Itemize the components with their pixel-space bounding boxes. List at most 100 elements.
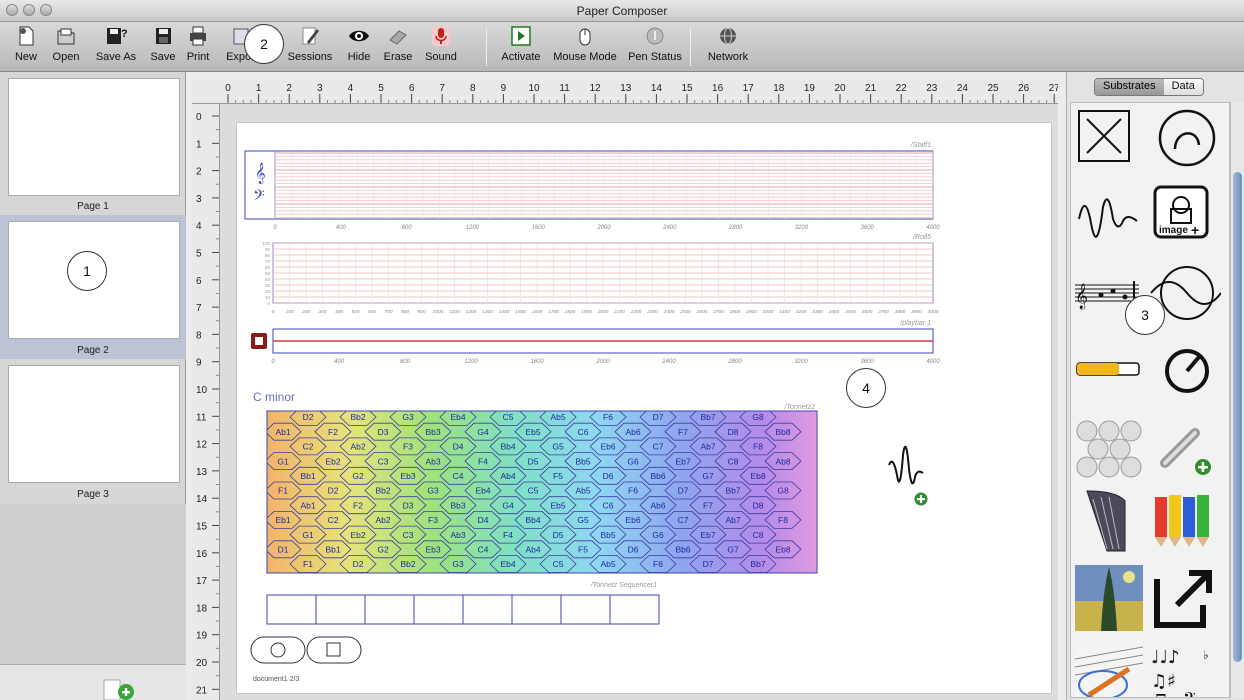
activate-button[interactable]: Activate: [496, 25, 546, 63]
tab-substrates[interactable]: Substrates: [1095, 79, 1164, 95]
roll-axis-label: 2600: [696, 309, 708, 315]
playbar-axis-label: 2800: [727, 359, 742, 365]
tonnetz-grid-substrate-icon[interactable]: [1073, 409, 1147, 483]
ruler-tick-label: 8: [196, 330, 202, 341]
sessions-button[interactable]: Sessions: [284, 25, 336, 63]
sequencer-cell[interactable]: [413, 594, 464, 625]
circle-gesture-substrate-icon[interactable]: [1147, 105, 1221, 179]
globe-icon: [720, 27, 736, 45]
pen-status-button[interactable]: Pen Status: [624, 25, 686, 63]
export-arrow-substrate-icon[interactable]: [1147, 561, 1221, 635]
ruler-tick-label: 10: [528, 83, 540, 94]
ruler-tick-label: 7: [196, 303, 202, 314]
close-box-substrate-icon[interactable]: [1073, 105, 1147, 179]
music-symbols-substrate-icon[interactable]: ♩♩♪ ♭ ♫♯♬ 𝄢: [1147, 637, 1221, 698]
scrollbar-thumb[interactable]: [1233, 172, 1242, 662]
tonnetz-note: F5: [578, 545, 588, 555]
tonnetz-note: Eb4: [500, 559, 515, 569]
tonnetz-note: G5: [552, 442, 564, 452]
open-button[interactable]: Open: [46, 25, 86, 63]
tonnetz-note: Eb8: [775, 545, 790, 555]
sequencer-cell[interactable]: [609, 594, 660, 625]
staff-axis-label: 0: [273, 225, 277, 231]
tonnetz-note: Ab4: [500, 471, 515, 481]
tonnetz-note: G3: [402, 412, 414, 422]
substrate-palette: image+ 𝄞 ♩♩♪ ♭ ♫♯♬ 𝄢 3: [1070, 102, 1230, 698]
page-thumbnail-3[interactable]: [8, 365, 180, 483]
score-pen-substrate-icon[interactable]: [1073, 637, 1147, 698]
add-page-icon[interactable]: [102, 678, 138, 700]
mouse-mode-button[interactable]: Mouse Mode: [550, 25, 620, 63]
roll-substrate[interactable]: /Roll5 1009080706050403020100 0 100 200 300…: [262, 234, 938, 315]
toolbar: New Open ? Save As Save Print Export Ses…: [0, 22, 1244, 72]
save-button[interactable]: Save: [148, 25, 178, 63]
roll-axis-label: 2700: [712, 309, 724, 315]
roll-axis-label: 3900: [911, 309, 922, 315]
tonnetz-note: G5: [577, 515, 589, 525]
paper-page[interactable]: 𝄞 𝄢 /Staff1 0 400 800 1200 1600 2000 2400 2800 3…: [236, 122, 1052, 694]
harp-substrate-icon[interactable]: [1073, 485, 1147, 559]
tonnetz-note: G1: [277, 456, 289, 466]
palette-scrollbar[interactable]: [1230, 102, 1244, 698]
roll-y-axis-label: 40: [265, 277, 271, 282]
roll-axis-label: 600: [368, 309, 376, 315]
roll-axis-label: 0: [272, 309, 275, 315]
waveform-substrate-icon[interactable]: [1073, 181, 1147, 255]
color-pencils-substrate-icon[interactable]: [1147, 485, 1221, 559]
ruler-tick-label: 18: [196, 603, 208, 614]
roll-axis-label: 400: [335, 309, 343, 315]
ruler-tick-label: 20: [834, 83, 846, 94]
playbar-axis-label: 3200: [794, 359, 808, 365]
sequencer-cell[interactable]: [364, 594, 415, 625]
ruler-tick-label: 5: [378, 83, 384, 94]
staff-substrate[interactable]: 𝄞 𝄢 /Staff1 0 400 800 1200 1600 2000 2400 2800 3…: [244, 142, 940, 231]
roll-axis-label: 3100: [779, 309, 790, 315]
sequencer-cell[interactable]: [315, 594, 366, 625]
tonnetz-note: Eb3: [425, 545, 440, 555]
new-button[interactable]: New: [10, 25, 42, 63]
tonnetz-note: D6: [628, 545, 639, 555]
page-thumbnail-1[interactable]: [8, 78, 180, 196]
dial-substrate-icon[interactable]: [1147, 333, 1221, 407]
erase-button[interactable]: Erase: [380, 25, 416, 63]
tonnetz-note: Eb8: [750, 471, 765, 481]
tonnetz-sequencer[interactable]: [266, 594, 660, 625]
link-add-substrate-icon[interactable]: [1147, 409, 1221, 483]
tonnetz-note: F6: [653, 559, 663, 569]
ruler-tick-label: 9: [196, 358, 202, 369]
image-add-substrate-icon[interactable]: image +: [1147, 181, 1221, 255]
painting-substrate-icon[interactable]: [1073, 561, 1147, 635]
ruler-tick-label: 11: [196, 412, 207, 423]
sequencer-cell[interactable]: [560, 594, 611, 625]
sequencer-cell[interactable]: [266, 594, 317, 625]
ruler-tick-label: 25: [987, 83, 999, 94]
slider-substrate-icon[interactable]: [1073, 333, 1147, 407]
hide-button[interactable]: Hide: [344, 25, 374, 63]
ruler-tick-label: 4: [348, 83, 354, 94]
playbar-label: /playbar 1: [899, 320, 931, 327]
roll-y-axis-label: 60: [265, 265, 271, 270]
dragged-waveform-icon[interactable]: [888, 445, 929, 507]
sequencer-cell[interactable]: [511, 594, 562, 625]
document-footer: document1 2/3: [253, 676, 299, 683]
tonnetz-note: Eb4: [475, 486, 490, 496]
playbar-substrate[interactable]: /playbar 1 0 400 800 1200 1600 2000 2400 2800 32…: [251, 320, 940, 365]
tonnetz-note: Ab5: [575, 486, 590, 496]
sound-button[interactable]: Sound: [422, 25, 460, 63]
staff-axis-label: 2000: [596, 225, 611, 231]
circle-tool-button[interactable]: [250, 636, 306, 664]
ruler-tick-label: 3: [317, 83, 323, 94]
square-tool-button[interactable]: [306, 636, 362, 664]
staff-frame: [244, 150, 934, 220]
pencil-icon: [302, 27, 319, 45]
document-canvas[interactable]: 𝄞 𝄢 /Staff1 0 400 800 1200 1600 2000 2400 2800 3…: [220, 104, 1058, 700]
print-button[interactable]: Print: [182, 25, 214, 63]
tonnetz-note: C8: [753, 530, 764, 540]
network-button[interactable]: Network: [704, 25, 752, 63]
sequencer-cell[interactable]: [462, 594, 513, 625]
save-as-button[interactable]: ? Save As: [88, 25, 144, 63]
tonnetz-note: Bb3: [450, 500, 465, 510]
tonnetz-grid[interactable]: D2 Bb2 G3 Eb4 C5 Ab5 F6 D7 Bb7 G8 Ab1 F2 D3 Bb3 G4 Eb5 C…: [265, 409, 818, 574]
tab-data[interactable]: Data: [1163, 79, 1203, 95]
callout-1: 1: [67, 251, 107, 291]
